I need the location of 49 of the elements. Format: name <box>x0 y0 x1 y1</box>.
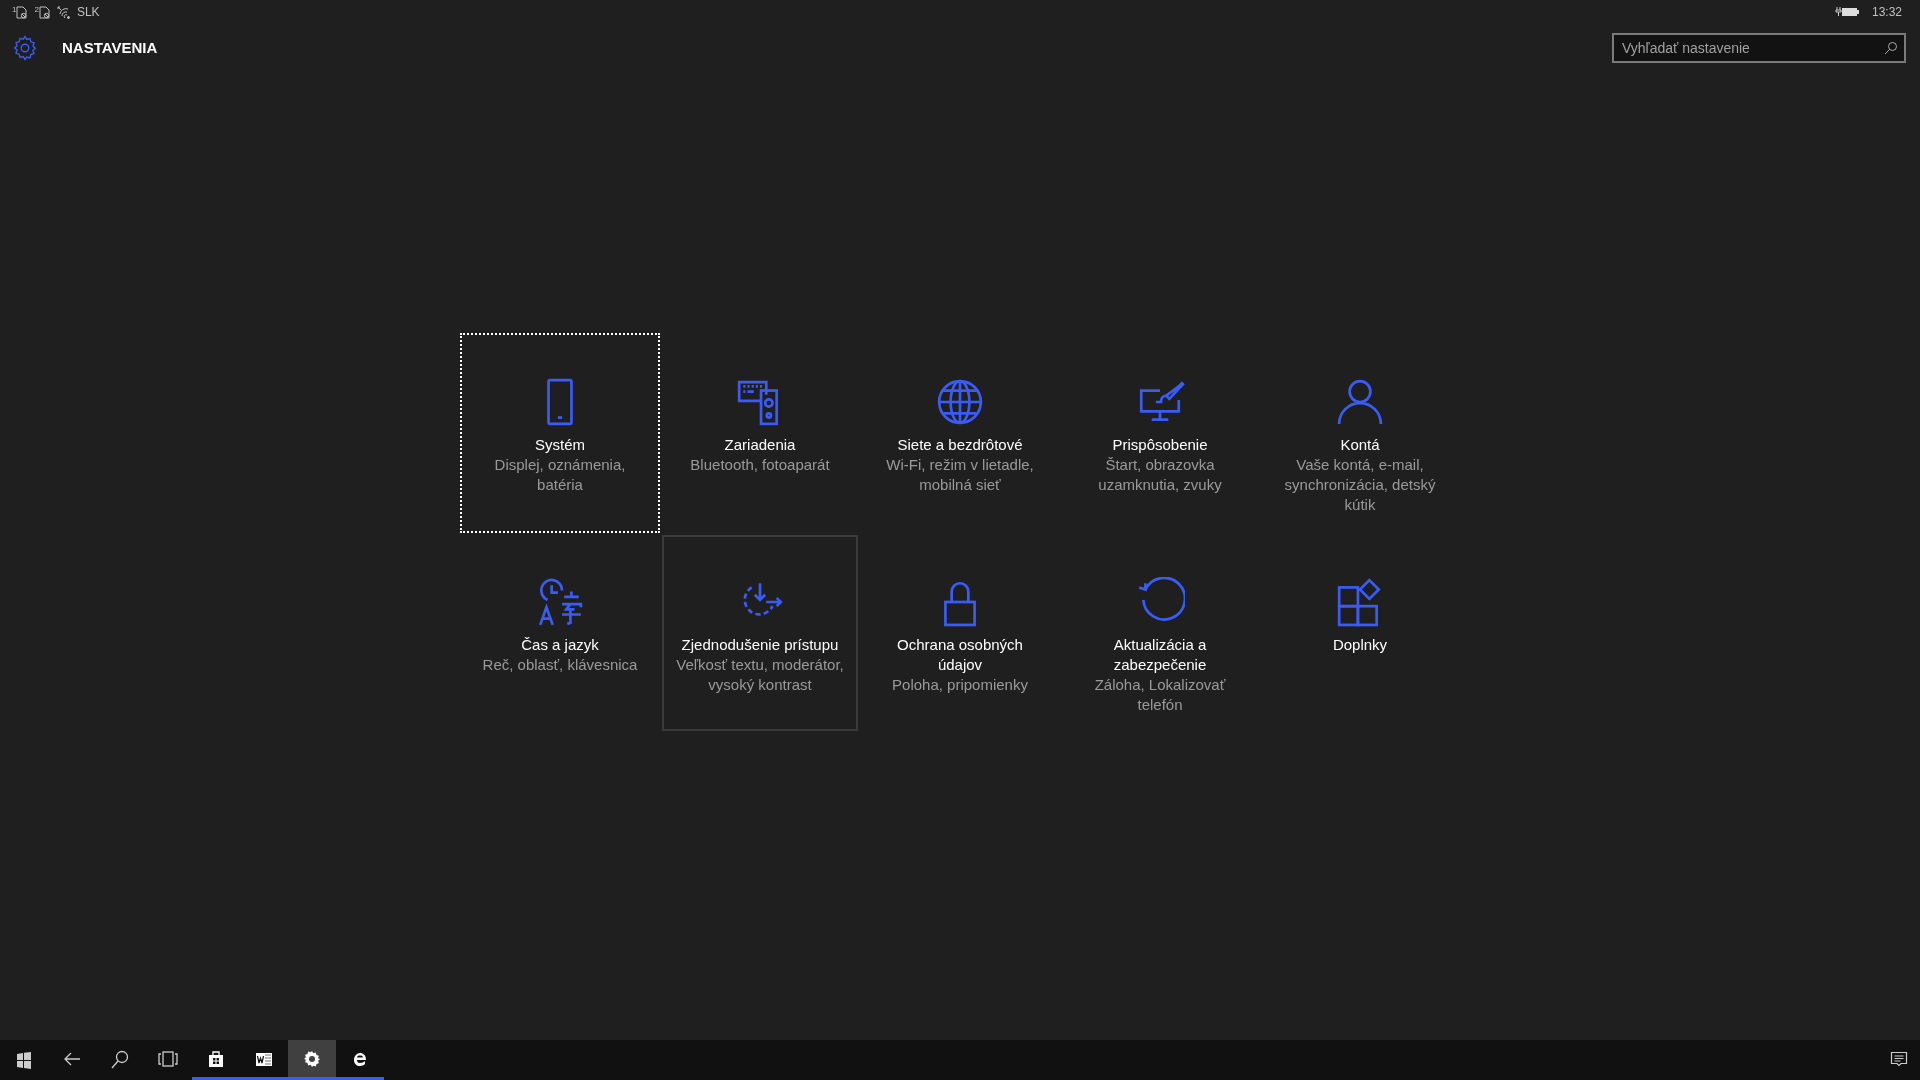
taskbar-button[interactable] <box>288 1040 336 1080</box>
category-description: Záloha, Lokalizovať telefón <box>1093 675 1227 715</box>
carrier-name: SLK <box>76 4 100 21</box>
settings-category-tile[interactable]: Čas a jazyk Reč, oblasť, klávesnica <box>460 533 660 733</box>
category-description: Bluetooth, fotoaparát <box>690 455 830 475</box>
app-title: NASTAVENIA <box>62 37 158 58</box>
category-description: Veľkosť textu, moderátor, vysoký kontrast <box>676 655 844 695</box>
settings-category-tile[interactable]: Zjednodušenie prístupu Veľkosť textu, moderátor, vysoký kontrast <box>660 533 860 733</box>
category-title: Doplnky <box>1332 635 1388 655</box>
category-title: Zariadenia <box>724 435 796 455</box>
no-sim-icon <box>16 5 29 19</box>
task-view-icon <box>158 1048 178 1069</box>
globe-icon <box>935 377 985 427</box>
settings-category-tile[interactable]: Zariadenia Bluetooth, fotoaparát <box>660 333 860 533</box>
signal-icon <box>56 5 71 19</box>
search-icon <box>1884 41 1898 55</box>
category-description: Displej, oznámenia, batéria <box>493 455 627 495</box>
category-title: Systém <box>535 435 585 455</box>
category-description: Štart, obrazovka uzamknutia, zvuky <box>1097 455 1223 495</box>
category-title: Siete a bezdrôtové <box>897 435 1023 455</box>
settings-category-tile[interactable]: Systém Displej, oznámenia, batéria <box>460 333 660 533</box>
category-title: Kontá <box>1340 435 1380 455</box>
category-description: Reč, oblasť, klávesnica <box>482 655 638 675</box>
action-center-icon[interactable] <box>1890 1051 1908 1069</box>
settings-icon <box>12 35 38 61</box>
sim-slot-number: 2 <box>34 5 39 14</box>
category-description: Vaše kontá, e-mail, synchronizácia, detský kútik <box>1283 455 1437 515</box>
category-title: Čas a jazyk <box>521 635 599 655</box>
no-sim-icon <box>38 5 51 19</box>
category-title: Aktualizácia a zabezpečenie <box>1112 635 1208 675</box>
settings-category-tile[interactable]: Aktualizácia a zabezpečenie Záloha, Lokalizovať telefón <box>1060 533 1260 733</box>
settings-icon <box>302 1048 322 1069</box>
battery-icon <box>1833 6 1860 18</box>
settings-category-tile[interactable]: Ochrana osobných údajov Poloha, pripomienky <box>860 533 1060 733</box>
shopping-bag-icon <box>206 1048 226 1069</box>
settings-category-tile[interactable]: Siete a bezdrôtové Wi-Fi, režim v lietadle, mobilná sieť <box>860 333 1060 533</box>
category-title: Prispôsobenie <box>1112 435 1208 455</box>
search-field[interactable]: Vyhľadať nastavenie <box>1612 33 1906 63</box>
category-title: Zjednodušenie prístupu <box>681 635 839 655</box>
settings-category-tile[interactable]: Kontá Vaše kontá, e-mail, synchronizácia, detský kútik <box>1260 333 1460 533</box>
category-description: Poloha, pripomienky <box>892 675 1028 695</box>
search-icon <box>110 1048 130 1069</box>
clock-time: 13:32 <box>1871 4 1902 21</box>
sim-slot-number: 1 <box>12 5 17 14</box>
category-title: Ochrana osobných údajov <box>896 635 1024 675</box>
settings-category-tile[interactable]: Prispôsobenie Štart, obrazovka uzamknutia, zvuky <box>1060 333 1260 533</box>
category-description: Wi-Fi, režim v lietadle, mobilná sieť <box>885 455 1035 495</box>
person-icon <box>1335 377 1385 427</box>
settings-category-tile[interactable]: Doplnky <box>1260 533 1460 733</box>
